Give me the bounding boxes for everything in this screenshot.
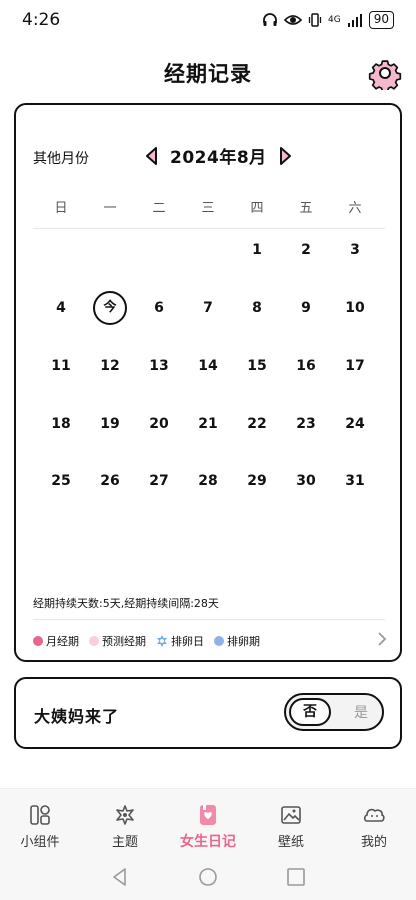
eye-icon <box>284 15 303 25</box>
calendar-day[interactable]: 23 <box>289 407 323 441</box>
headphones-icon <box>263 13 277 26</box>
calendar-day[interactable]: 31 <box>338 464 372 498</box>
period-status-card: 大姨妈来了 否 是 <box>14 677 402 749</box>
legend-dot-icon <box>89 636 99 646</box>
tab-widgets[interactable]: 小组件 <box>0 803 80 850</box>
calendar-day[interactable]: 8 <box>240 291 274 325</box>
weekday-label: 四 <box>250 201 264 216</box>
status-icons: 4G 90 <box>262 11 394 29</box>
calendar-day[interactable]: 16 <box>289 349 323 383</box>
calendar-day[interactable]: 11 <box>44 349 78 383</box>
status-bar: 4:26 4G 90 <box>0 0 416 40</box>
weekday-label: 六 <box>348 201 362 216</box>
weekday-header: 日一二三四五六 <box>33 197 385 217</box>
other-months-button[interactable]: 其他月份 <box>33 148 89 168</box>
tab-label: 主题 <box>111 835 138 850</box>
calendar-day[interactable]: 20 <box>142 407 176 441</box>
tab-label: 壁纸 <box>277 835 304 850</box>
home-icon[interactable] <box>197 866 219 888</box>
calendar-day[interactable]: 7 <box>191 291 225 325</box>
tab-label: 我的 <box>360 835 387 850</box>
period-stats: 经期持续天数:5天,经期持续间隔:28天 <box>33 597 219 610</box>
weekday-label: 五 <box>299 201 313 216</box>
calendar-day[interactable]: 4 <box>44 291 78 325</box>
legend-item: 月经期 <box>33 633 79 649</box>
legend-dot-icon <box>33 636 43 646</box>
prev-month-icon[interactable] <box>144 146 160 166</box>
calendar-day[interactable]: 9 <box>289 291 323 325</box>
signal-icon <box>347 14 362 27</box>
calendar-day[interactable]: 10 <box>338 291 372 325</box>
calendar-day[interactable]: 27 <box>142 464 176 498</box>
calendar-day[interactable]: 13 <box>142 349 176 383</box>
period-question-label: 大姨妈来了 <box>34 707 120 726</box>
calendar-day[interactable]: 24 <box>338 407 372 441</box>
calendar-day[interactable]: 26 <box>93 464 127 498</box>
network-type: 4G <box>328 14 341 25</box>
widgets-icon <box>30 805 50 825</box>
diary-icon <box>200 805 216 825</box>
legend-item: 预测经期 <box>89 633 146 649</box>
calendar-day[interactable]: 3 <box>338 233 372 267</box>
tab-theme[interactable]: 主题 <box>85 803 165 850</box>
toggle-option-yes[interactable]: 是 <box>354 702 368 722</box>
tab-diary[interactable]: 女生日记 <box>168 803 248 851</box>
weekday-label: 一 <box>103 201 117 216</box>
toggle-option-no[interactable]: 否 <box>289 698 331 726</box>
theme-icon <box>116 805 134 825</box>
calendar-day[interactable]: 30 <box>289 464 323 498</box>
legend: 月经期 预测经期 排卵日 排卵期 <box>33 633 260 649</box>
legend-label: 月经期 <box>46 635 79 648</box>
page-title: 经期记录 <box>164 62 252 86</box>
recents-icon[interactable] <box>285 866 307 888</box>
profile-icon <box>363 808 385 822</box>
weekday-label: 日 <box>54 201 68 216</box>
calendar-day[interactable]: 21 <box>191 407 225 441</box>
system-navigation-bar <box>0 862 416 892</box>
legend-item: 排卵期 <box>214 633 260 649</box>
calendar-day[interactable]: 28 <box>191 464 225 498</box>
status-time: 4:26 <box>22 10 61 30</box>
legend-dot-icon <box>214 636 224 646</box>
current-month-label: 2024年8月 <box>170 148 267 168</box>
calendar-day-today[interactable]: 今 <box>93 291 127 325</box>
legend-item: 排卵日 <box>156 633 204 649</box>
tab-label: 小组件 <box>20 835 60 850</box>
page-header: 经期记录 <box>0 50 416 96</box>
calendar-card: 其他月份 2024年8月 日一二三四五六 1 2 3 4 今 6 7 8 9 10 11 12 13 14… <box>14 103 402 662</box>
weekday-label: 三 <box>201 201 215 216</box>
period-toggle[interactable]: 否 是 <box>284 693 384 731</box>
calendar-day[interactable]: 15 <box>240 349 274 383</box>
chevron-right-icon[interactable] <box>376 631 388 647</box>
calendar-day[interactable]: 25 <box>44 464 78 498</box>
calendar-day[interactable]: 12 <box>93 349 127 383</box>
calendar-day[interactable]: 18 <box>44 407 78 441</box>
calendar-day[interactable]: 14 <box>191 349 225 383</box>
calendar-day[interactable]: 19 <box>93 407 127 441</box>
calendar-day[interactable]: 1 <box>240 233 274 267</box>
weekday-label: 二 <box>152 201 166 216</box>
ovulation-flower-icon <box>157 635 167 647</box>
legend-label: 排卵日 <box>171 635 204 648</box>
tab-wallpaper[interactable]: 壁纸 <box>251 803 331 850</box>
calendar-day[interactable]: 17 <box>338 349 372 383</box>
calendar-day[interactable]: 2 <box>289 233 323 267</box>
next-month-icon[interactable] <box>277 146 293 166</box>
tab-profile[interactable]: 我的 <box>334 803 414 850</box>
divider <box>33 228 385 229</box>
tab-label: 女生日记 <box>180 834 236 850</box>
wallpaper-icon <box>281 806 301 824</box>
month-navigator: 2024年8月 <box>144 143 293 168</box>
calendar-day[interactable]: 29 <box>240 464 274 498</box>
back-icon[interactable] <box>109 866 131 888</box>
calendar-day[interactable]: 22 <box>240 407 274 441</box>
legend-label: 预测经期 <box>102 635 146 648</box>
battery-indicator: 90 <box>368 11 394 29</box>
calendar-days-grid: 1 2 3 4 今 6 7 8 9 10 11 12 13 14 15 16 17 18 19 20 21 22 23 24 2… <box>33 230 385 590</box>
settings-gear-icon[interactable] <box>368 56 402 90</box>
vibrate-icon <box>308 13 322 27</box>
calendar-day[interactable]: 6 <box>142 291 176 325</box>
divider <box>33 619 385 620</box>
legend-label: 排卵期 <box>227 635 260 648</box>
